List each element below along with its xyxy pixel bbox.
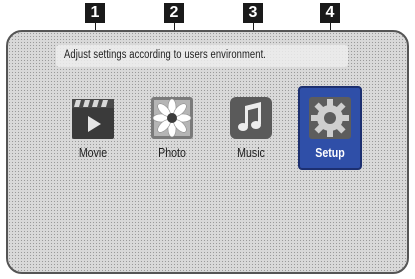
menu-label-photo: Photo xyxy=(158,146,186,160)
callout-4: 4 xyxy=(320,3,340,23)
help-caption: Adjust settings according to users envir… xyxy=(64,49,266,61)
menu-label-setup: Setup xyxy=(315,146,345,160)
callout-1: 1 xyxy=(85,3,105,23)
callout-3: 3 xyxy=(243,3,263,23)
menu-item-movie[interactable]: Movie xyxy=(63,88,123,168)
menu-label-music: Music xyxy=(237,146,265,160)
callout-2: 2 xyxy=(164,3,184,23)
movie-clapperboard-icon xyxy=(71,96,115,140)
photo-flower-icon xyxy=(150,96,194,140)
music-note-icon xyxy=(229,96,273,140)
menu-item-photo[interactable]: Photo xyxy=(142,88,202,168)
menu-item-music[interactable]: Music xyxy=(221,88,281,168)
menu-item-setup[interactable]: Setup xyxy=(298,86,362,170)
setup-gear-icon xyxy=(308,96,352,140)
menu-label-movie: Movie xyxy=(78,146,108,160)
